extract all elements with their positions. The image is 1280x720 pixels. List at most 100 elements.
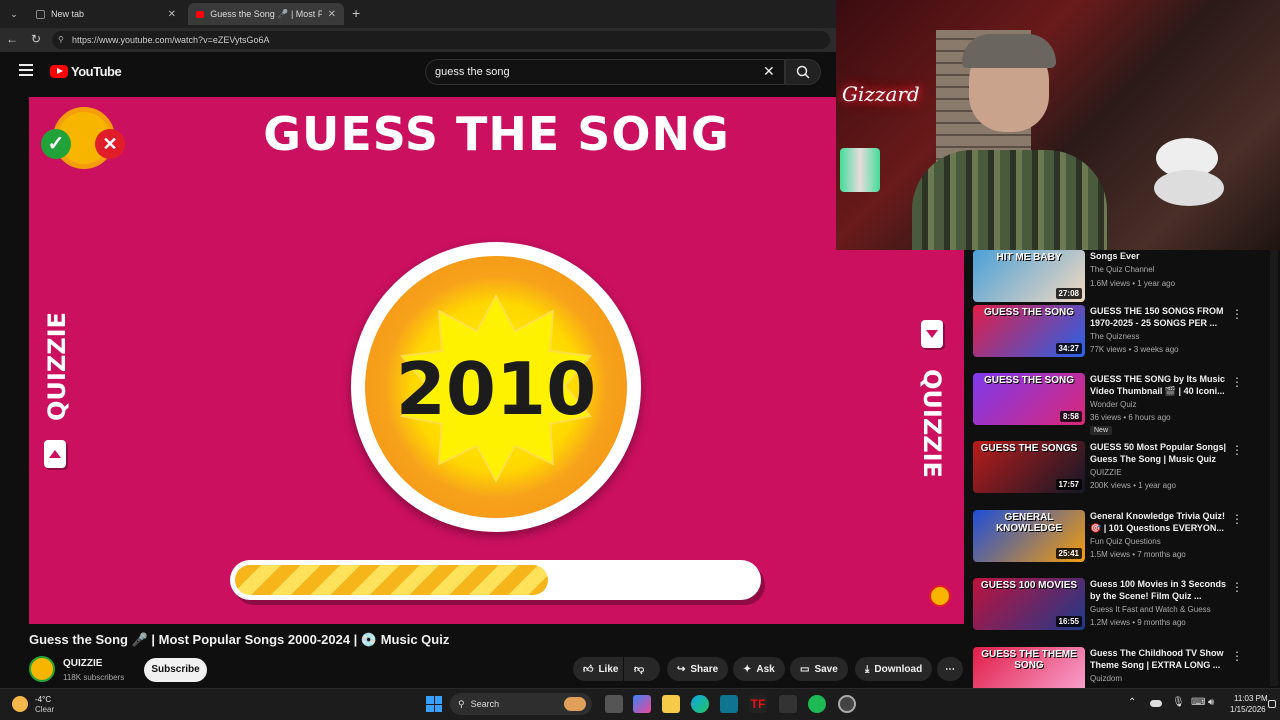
network-icon[interactable]: ⌨ xyxy=(1191,697,1205,708)
close-tab-icon[interactable]: ✕ xyxy=(328,9,336,20)
save-button[interactable]: ▭ Save xyxy=(790,657,848,681)
notifications-icon[interactable] xyxy=(1268,700,1276,708)
more-vertical-icon[interactable]: ⋮ xyxy=(1231,375,1243,389)
recommendation-meta: 77K views • 3 weeks ago xyxy=(1090,345,1179,354)
recommendation-title[interactable]: GUESS THE 150 SONGS FROM 1970-2025 - 25 … xyxy=(1090,305,1235,329)
recommendation-channel[interactable]: Quizdom xyxy=(1090,674,1122,683)
recommendation-item[interactable]: HIT ME BABY 27:08 Songs Ever The Quiz Chann… xyxy=(973,250,1263,312)
recommendation-thumbnail[interactable]: GENERAL KNOWLEDGE 25:41 xyxy=(973,510,1085,562)
channel-avatar[interactable] xyxy=(29,656,55,682)
duration-badge: 27:08 xyxy=(1055,288,1082,299)
close-tab-icon[interactable]: ✕ xyxy=(168,9,176,20)
thumbnail-caption: GUESS 100 MOVIES xyxy=(980,580,1078,591)
recommendation-title[interactable]: Guess 100 Movies in 3 Seconds by the Sce… xyxy=(1090,578,1235,602)
recommendation-title[interactable]: GUESS 50 Most Popular Songs| Guess The S… xyxy=(1090,441,1235,465)
recommendation-title[interactable]: GUESS THE SONG by Its Music Video Thumbn… xyxy=(1090,373,1235,397)
download-button[interactable]: ⤓ Download xyxy=(855,657,933,681)
app-icon[interactable] xyxy=(838,695,856,713)
app-icon[interactable]: TF xyxy=(749,695,767,713)
recommendation-channel[interactable]: The Quiz Channel xyxy=(1090,265,1154,274)
recommendation-channel[interactable]: The Quizness xyxy=(1090,332,1139,341)
app-icon[interactable] xyxy=(779,695,797,713)
thumbnail-caption: GENERAL KNOWLEDGE xyxy=(995,512,1063,534)
tab-active-video[interactable]: Guess the Song 🎤 | Most Popula ✕ xyxy=(188,3,344,25)
app-icon[interactable] xyxy=(720,695,738,713)
recommendation-thumbnail[interactable]: GUESS 100 MOVIES 16:55 xyxy=(973,578,1085,630)
volume-icon[interactable]: 🔊︎ xyxy=(1208,697,1214,708)
recommendation-thumbnail[interactable]: HIT ME BABY 27:08 xyxy=(973,250,1085,302)
overlay-title: GUESS THE SONG xyxy=(263,107,730,161)
ask-button[interactable]: ✦ Ask xyxy=(733,657,785,681)
task-view-icon[interactable] xyxy=(605,695,623,713)
sidebar-scrollbar[interactable] xyxy=(1270,250,1278,686)
more-vertical-icon[interactable]: ⋮ xyxy=(1231,512,1243,526)
weather-icon[interactable] xyxy=(12,696,28,712)
subscriber-count: 118K subscribers xyxy=(63,673,125,682)
file-explorer-icon[interactable] xyxy=(662,695,680,713)
recommendation-item[interactable]: GUESS THE SONG 8:58 GUESS THE SONG by Its … xyxy=(973,373,1263,435)
tray-overflow-icon[interactable]: ⌃ xyxy=(1128,697,1136,708)
search-highlight-icon xyxy=(564,697,586,711)
dislike-button[interactable]: 👎︎ xyxy=(624,657,660,681)
clock-time[interactable]: 11:03 PM xyxy=(1234,694,1268,703)
windows-start-icon[interactable] xyxy=(426,696,442,712)
recommendation-title[interactable]: Songs Ever xyxy=(1090,250,1235,262)
tab-new-tab[interactable]: New tab ✕ xyxy=(28,3,184,25)
person-streamer xyxy=(912,34,1107,250)
recommendation-title[interactable]: Guess The Childhood TV Show Theme Song |… xyxy=(1090,647,1235,671)
youtube-favicon-icon xyxy=(196,10,205,18)
year-text: 2010 xyxy=(395,347,597,431)
recommendation-thumbnail[interactable]: GUESS THE SONGS 17:57 xyxy=(973,441,1085,493)
clock-date[interactable]: 1/15/2026 xyxy=(1230,705,1266,714)
recommendation-channel[interactable]: QUIZZIE xyxy=(1090,468,1122,477)
video-player[interactable]: ✓ ✕ GUESS THE SONG QUIZZIE QUIZZIE 2010 xyxy=(29,97,964,624)
microphone-icon[interactable]: 🎙︎ xyxy=(1172,697,1185,708)
youtube-logo[interactable]: YouTube xyxy=(50,64,122,79)
edge-icon[interactable] xyxy=(691,695,709,713)
channel-name[interactable]: QUIZZIE xyxy=(63,658,102,669)
more-vertical-icon[interactable]: ⋮ xyxy=(1231,580,1243,594)
url-field[interactable]: ⚲ https://www.youtube.com/watch?v=eZEVyt… xyxy=(52,31,830,49)
more-vertical-icon[interactable]: ⋮ xyxy=(1231,443,1243,457)
neon-sign: Gizzard xyxy=(842,82,920,106)
sparkle-icon: ✦ xyxy=(743,663,752,675)
copilot-icon[interactable] xyxy=(633,695,651,713)
recommendation-item[interactable]: GENERAL KNOWLEDGE 25:41 General Knowledge … xyxy=(973,510,1263,572)
clear-search-icon[interactable]: ✕ xyxy=(763,63,775,80)
spotify-icon[interactable] xyxy=(808,695,826,713)
menu-icon[interactable] xyxy=(19,64,33,76)
recommendation-item[interactable]: GUESS THE SONGS 17:57 GUESS 50 Most Popula… xyxy=(973,441,1263,503)
side-label-right: QUIZZIE xyxy=(918,369,946,478)
new-tab-button[interactable]: + xyxy=(352,5,360,21)
thumbnail-caption: HIT ME BABY xyxy=(996,252,1062,263)
thumbs-up-icon: 👍︎ xyxy=(583,664,594,675)
site-info-icon[interactable]: ⚲ xyxy=(58,35,64,44)
recommendation-channel[interactable]: Fun Quiz Questions xyxy=(1090,537,1161,546)
more-vertical-icon[interactable]: ⋮ xyxy=(1231,307,1243,321)
taskbar-search[interactable]: ⚲ Search xyxy=(450,693,592,715)
like-button[interactable]: 👍︎ Like xyxy=(573,657,623,681)
recommendation-item[interactable]: GUESS 100 MOVIES 16:55 Guess 100 Movies in… xyxy=(973,578,1263,640)
onedrive-icon[interactable] xyxy=(1150,700,1162,707)
tab-list-button[interactable]: ⌄ xyxy=(6,6,22,22)
subscribe-button[interactable]: Subscribe xyxy=(144,658,207,682)
recommendation-meta: 200K views • 1 year ago xyxy=(1090,481,1176,490)
duration-badge: 8:58 xyxy=(1059,411,1082,422)
share-button[interactable]: ↪ Share xyxy=(667,657,729,681)
recommendation-thumbnail[interactable]: GUESS THE SONG 8:58 xyxy=(973,373,1085,425)
duration-badge: 17:57 xyxy=(1055,479,1082,490)
more-actions-button[interactable]: ⋯ xyxy=(937,657,963,681)
back-icon[interactable]: ← xyxy=(6,32,18,46)
light-tube-icon xyxy=(840,148,880,192)
thumbnail-caption: GUESS THE THEME SONG xyxy=(981,649,1077,671)
recommendation-channel[interactable]: Guess It Fast and Watch & Guess xyxy=(1090,605,1211,614)
recommendation-title[interactable]: General Knowledge Trivia Quiz! 🎯 | 101 Q… xyxy=(1090,510,1235,534)
search-input[interactable]: guess the song ✕ xyxy=(425,59,785,85)
reload-icon[interactable]: ↻ xyxy=(31,32,41,46)
recommendation-thumbnail[interactable]: GUESS THE SONG 34:27 xyxy=(973,305,1085,357)
recommendation-item[interactable]: GUESS THE SONG 34:27 GUESS THE 150 SONGS F… xyxy=(973,305,1263,367)
recommendation-channel[interactable]: Wonder Quiz xyxy=(1090,400,1137,409)
duration-badge: 25:41 xyxy=(1055,548,1082,559)
more-vertical-icon[interactable]: ⋮ xyxy=(1231,649,1243,663)
search-button[interactable] xyxy=(785,59,821,85)
